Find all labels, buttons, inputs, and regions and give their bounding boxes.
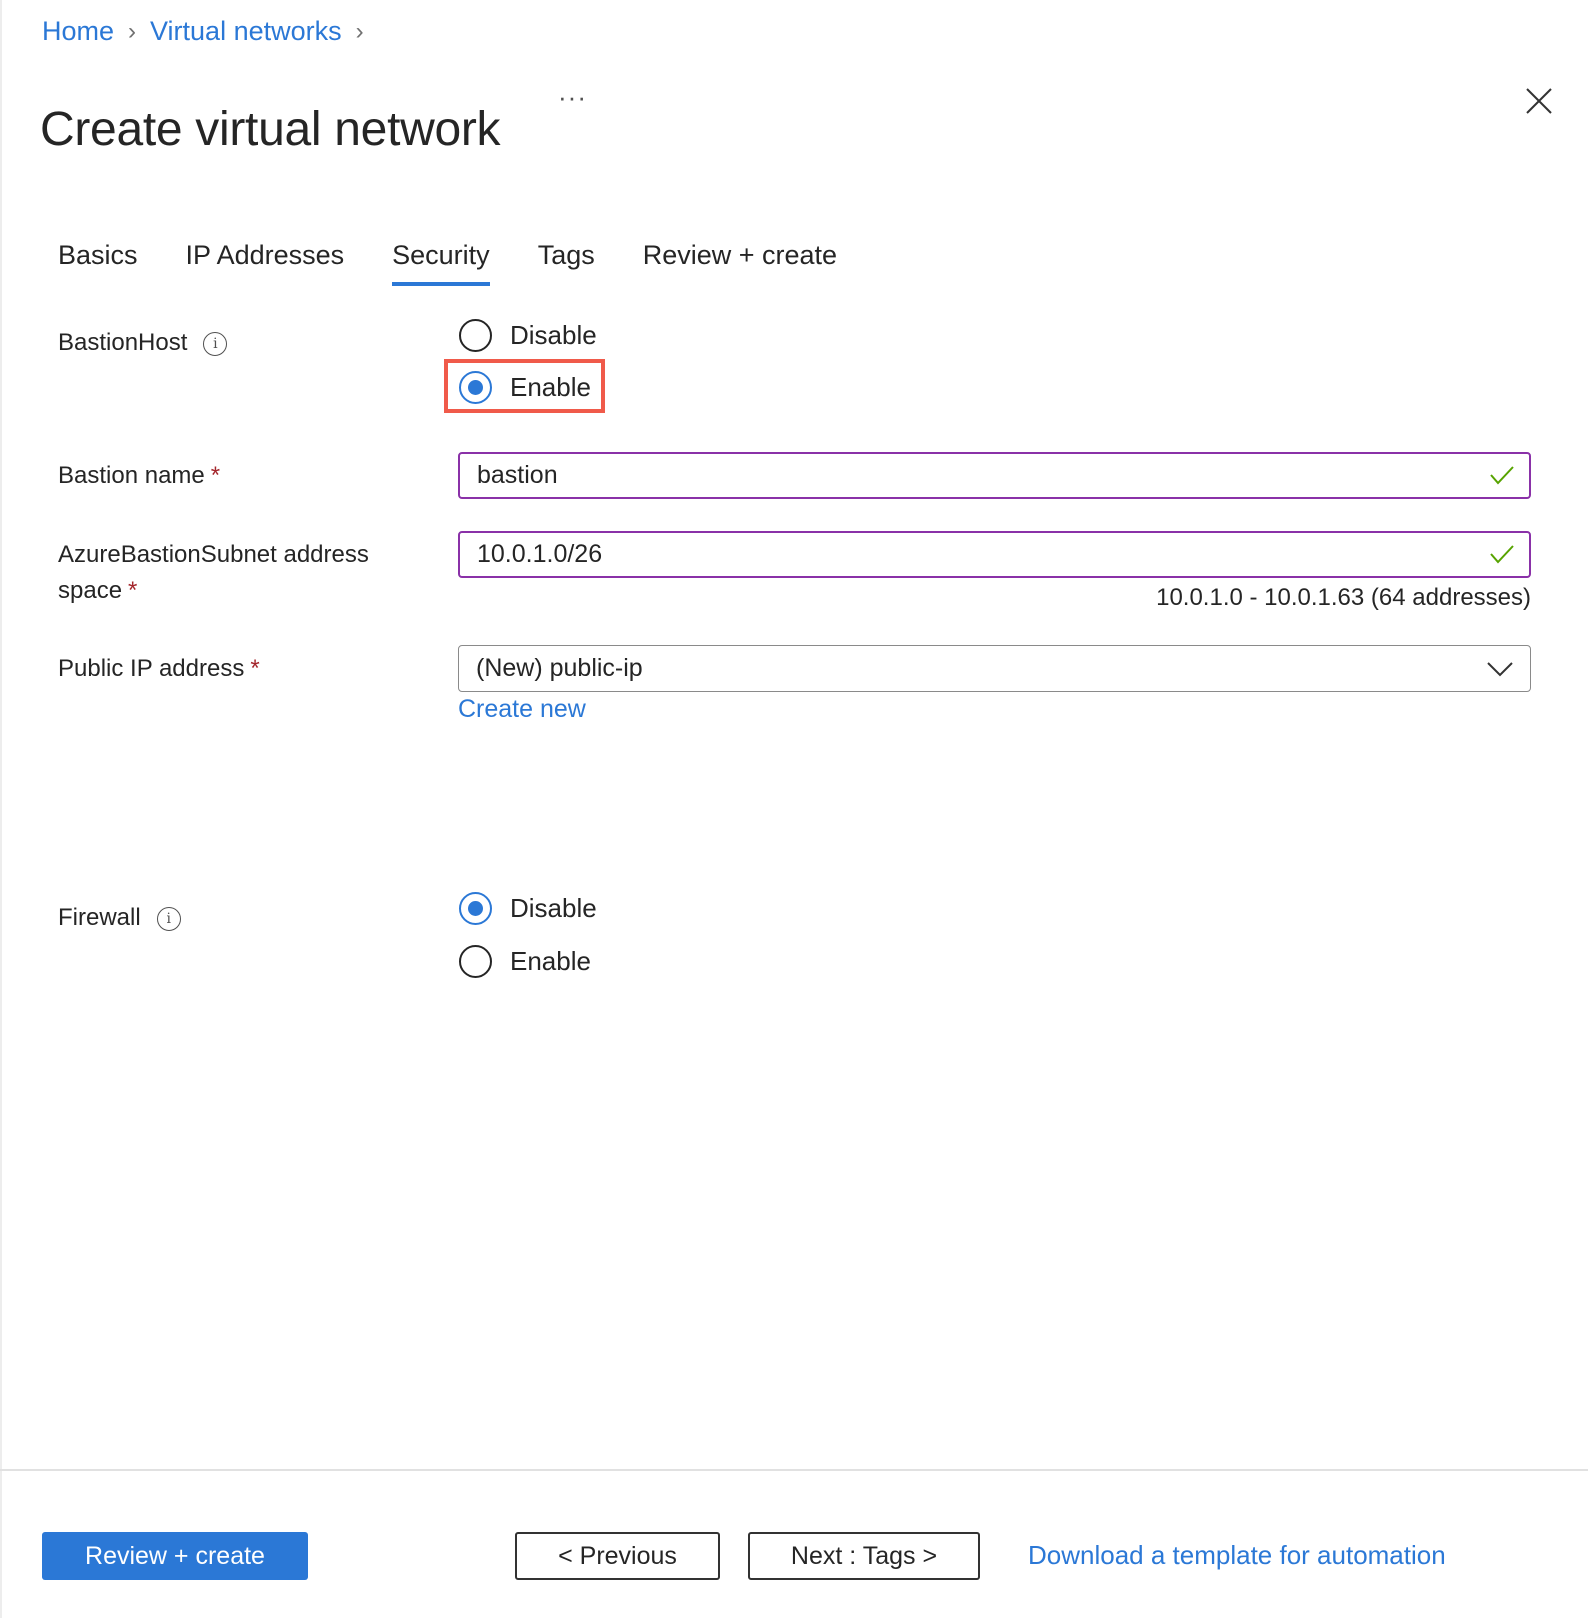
- subnet-label-line2: space: [58, 577, 123, 604]
- bastion-name-label-text: Bastion name: [58, 462, 205, 489]
- public-ip-label: Public IP address *: [58, 651, 260, 687]
- breadcrumb: Home › Virtual networks ›: [42, 16, 378, 47]
- radio-label: Disable: [510, 320, 597, 350]
- tab-review-create[interactable]: Review + create: [643, 240, 837, 285]
- firewall-enable-radio[interactable]: Enable: [459, 945, 591, 978]
- public-ip-selected-value: (New) public-ip: [476, 654, 643, 682]
- radio-unchecked-icon: [459, 945, 492, 978]
- previous-button[interactable]: < Previous: [515, 1532, 720, 1580]
- chevron-right-icon: ›: [355, 17, 364, 45]
- page-title: Create virtual network: [40, 103, 501, 157]
- breadcrumb-virtual-networks[interactable]: Virtual networks: [150, 16, 342, 47]
- tab-ip-addresses[interactable]: IP Addresses: [186, 240, 345, 285]
- firewall-disable-radio[interactable]: Disable: [459, 892, 597, 925]
- firewall-label: Firewall i: [58, 900, 181, 936]
- subnet-label-line1: AzureBastionSubnet address: [58, 541, 369, 568]
- bastion-name-input[interactable]: bastion: [458, 452, 1531, 499]
- close-button[interactable]: [1525, 87, 1553, 115]
- more-options-icon[interactable]: ···: [558, 82, 587, 113]
- chevron-right-icon: ›: [128, 17, 137, 45]
- info-icon[interactable]: i: [156, 906, 181, 931]
- create-new-public-ip-link[interactable]: Create new: [458, 695, 586, 724]
- footer-divider: [0, 1469, 1588, 1471]
- public-ip-label-text: Public IP address: [58, 655, 245, 682]
- highlight-box: [444, 359, 605, 413]
- info-icon[interactable]: i: [203, 331, 228, 356]
- radio-label: Enable: [510, 946, 591, 976]
- wizard-tabs: Basics IP Addresses Security Tags Review…: [58, 240, 885, 286]
- checkmark-icon: [1490, 545, 1514, 564]
- tab-tags[interactable]: Tags: [538, 240, 595, 285]
- tab-security[interactable]: Security: [392, 240, 490, 286]
- required-marker: *: [250, 655, 260, 682]
- checkmark-icon: [1490, 466, 1514, 485]
- close-icon: [1526, 88, 1552, 114]
- radio-label: Disable: [510, 893, 597, 923]
- radio-checked-icon: [459, 892, 492, 925]
- required-marker: *: [210, 462, 221, 489]
- bastion-name-label: Bastion name *: [58, 458, 220, 494]
- next-tags-button[interactable]: Next : Tags >: [748, 1532, 980, 1580]
- review-create-button[interactable]: Review + create: [42, 1532, 308, 1580]
- public-ip-dropdown[interactable]: (New) public-ip: [458, 645, 1531, 692]
- download-template-link[interactable]: Download a template for automation: [1028, 1540, 1446, 1571]
- subnet-address-value: 10.0.1.0/26: [477, 540, 603, 568]
- chevron-down-icon: [1487, 662, 1513, 677]
- subnet-range-hint: 10.0.1.0 - 10.0.1.63 (64 addresses): [1156, 584, 1531, 611]
- subnet-label: AzureBastionSubnet address space *: [58, 537, 369, 609]
- bastion-host-disable-radio[interactable]: Disable: [459, 319, 597, 352]
- required-marker: *: [128, 577, 138, 604]
- bastion-host-label: BastionHost i: [58, 325, 228, 361]
- tab-basics[interactable]: Basics: [58, 240, 138, 285]
- subnet-address-input[interactable]: 10.0.1.0/26: [458, 531, 1531, 578]
- radio-unchecked-icon: [459, 319, 492, 352]
- breadcrumb-home[interactable]: Home: [42, 16, 114, 47]
- panel-left-edge: [0, 0, 2, 1618]
- bastion-host-label-text: BastionHost: [58, 329, 188, 356]
- bastion-name-value: bastion: [477, 461, 558, 489]
- firewall-label-text: Firewall: [58, 904, 141, 931]
